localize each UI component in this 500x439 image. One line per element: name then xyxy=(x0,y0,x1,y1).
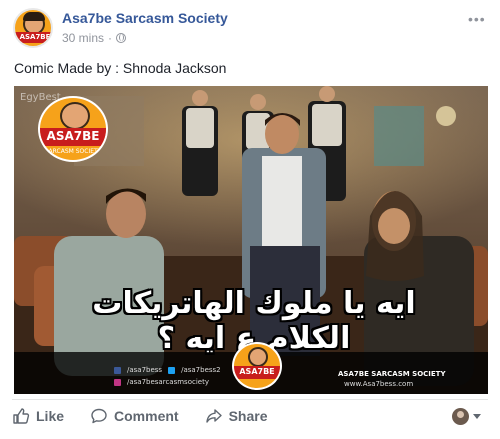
more-horizontal-icon[interactable]: ••• xyxy=(468,11,486,27)
facebook-icon xyxy=(114,367,121,374)
brand-line: ASA7BE SARCASM SOCIETY xyxy=(338,370,446,378)
social-handles: /asa7bess /asa7bess2 /asa7besarcasmsocie… xyxy=(114,366,221,387)
post-as-selector[interactable] xyxy=(452,408,481,425)
logo-main-text: ASA7BE xyxy=(46,129,100,143)
comment-icon xyxy=(91,408,107,424)
avatar-logo-text: ASA7BE xyxy=(19,33,51,41)
logo-small-face xyxy=(248,347,268,367)
logo-face xyxy=(60,102,90,130)
post-meta: 30 mins · xyxy=(62,31,127,45)
logo-top-left: ASA7BE SARCASM SOCIETY xyxy=(38,96,108,162)
share-label: Share xyxy=(228,408,268,424)
instagram-handle: /asa7besarcasmsociety xyxy=(114,378,221,387)
instagram-handle-text: /asa7besarcasmsociety xyxy=(127,378,209,386)
logo-small-main-text: ASA7BE xyxy=(239,367,275,376)
share-button[interactable]: Share xyxy=(205,407,268,425)
twitter-icon xyxy=(168,367,176,374)
comment-label: Comment xyxy=(114,408,179,424)
chevron-down-icon xyxy=(473,414,481,419)
facebook-post: ASA7BE Asa7be Sarcasm Society 30 mins · … xyxy=(0,0,500,439)
viewer-avatar xyxy=(452,408,469,425)
website-line: www.Asa7bess.com xyxy=(344,380,414,388)
logo-sub-text: SARCASM SOCIETY xyxy=(44,148,102,155)
twitter-handle-text: /asa7bess2 xyxy=(181,366,221,374)
avatar-hair xyxy=(23,12,45,21)
share-icon xyxy=(205,409,222,423)
instagram-icon xyxy=(114,379,121,386)
globe-icon[interactable] xyxy=(116,33,127,43)
like-label: Like xyxy=(36,408,65,424)
page-avatar[interactable]: ASA7BE xyxy=(13,8,53,48)
post-caption: Comic Made by : Shnoda Jackson xyxy=(14,60,227,76)
post-image[interactable]: EgyBest ASA7BE SARCASM SOCIETY ايه يا مل… xyxy=(14,86,488,394)
like-button[interactable]: Like xyxy=(12,407,64,425)
like-icon xyxy=(13,408,30,424)
facebook-handle-text: /asa7bess xyxy=(127,366,163,374)
logo-bottom-center: ASA7BE xyxy=(232,342,282,390)
meta-separator: · xyxy=(108,31,113,45)
facebook-handle: /asa7bess /asa7bess2 xyxy=(114,366,221,375)
page-name-link[interactable]: Asa7be Sarcasm Society xyxy=(62,10,228,26)
action-bar: Like Comment Share xyxy=(12,405,294,427)
action-divider xyxy=(12,399,488,400)
post-timestamp[interactable]: 30 mins xyxy=(62,31,104,45)
comment-button[interactable]: Comment xyxy=(90,407,179,425)
